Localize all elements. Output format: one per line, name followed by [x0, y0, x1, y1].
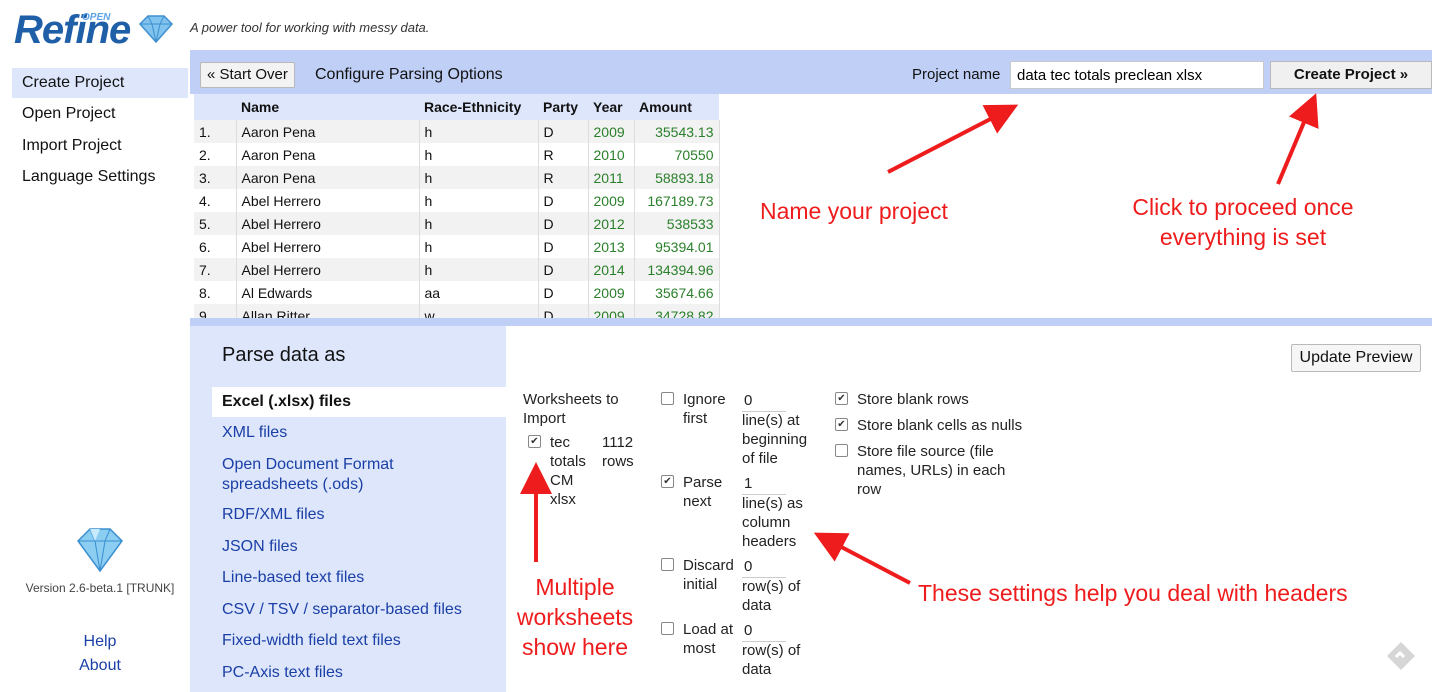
arrow-to-create-button — [1276, 93, 1319, 185]
arrow-to-header-settings — [813, 532, 911, 585]
annotation-arrows — [520, 93, 1319, 585]
arrow-to-project-name — [887, 104, 1019, 174]
tag-icon — [1387, 642, 1415, 670]
